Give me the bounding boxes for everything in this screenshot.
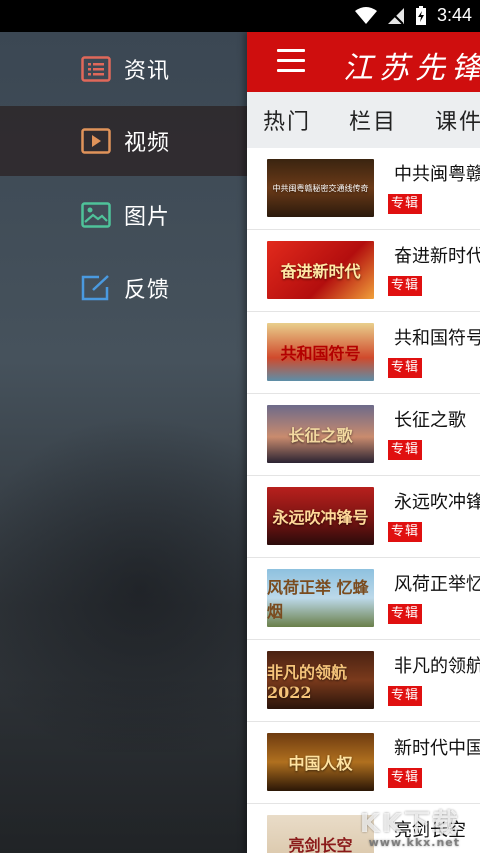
item-title: 非凡的领航 xyxy=(394,656,480,677)
list-item[interactable]: 中共闽粤赣秘密交通线传奇 中共闽粤赣 专辑 xyxy=(247,148,480,230)
feedback-edit-icon xyxy=(80,274,112,302)
drawer-item-feedback[interactable]: 反馈 xyxy=(0,253,247,323)
tab-courseware[interactable]: 课件 xyxy=(435,104,480,136)
tab-hot[interactable]: 热门 xyxy=(263,104,311,136)
thumbnail: 亮剑长空 xyxy=(267,815,374,853)
status-bar: 3:44 xyxy=(0,0,480,32)
category-tabs: 热门 栏目 课件 xyxy=(247,92,480,148)
watermark-logo: KK下载 www.kkx.net xyxy=(360,803,460,849)
news-list-icon xyxy=(80,55,112,83)
drawer-item-video[interactable]: 视频 xyxy=(0,106,247,176)
status-icons: 3:44 xyxy=(354,5,472,26)
thumbnail: 中共闽粤赣秘密交通线传奇 xyxy=(267,159,374,217)
drawer-item-news[interactable]: 资讯 xyxy=(0,34,247,104)
drawer-item-label: 图片 xyxy=(124,205,171,230)
main-panel: 江苏先锋 热门 栏目 课件 中共闽粤赣秘密交通线传奇 中共闽粤赣 专辑 奋进新时… xyxy=(247,32,480,853)
item-title: 奋进新时代 xyxy=(394,246,480,267)
watermark-url: www.kkx.net xyxy=(368,836,460,849)
app-header: 江苏先锋 xyxy=(247,32,480,92)
wifi-icon xyxy=(354,6,377,24)
album-badge: 专辑 xyxy=(388,768,423,788)
album-badge: 专辑 xyxy=(388,194,423,214)
album-badge: 专辑 xyxy=(388,358,423,378)
watermark-text: KK下载 xyxy=(359,809,460,839)
list-item[interactable]: 奋进新时代 奋进新时代 专辑 xyxy=(247,230,480,312)
list-item[interactable]: 中国人权 新时代中国 专辑 xyxy=(247,722,480,804)
item-title: 长征之歌 xyxy=(394,410,466,431)
thumbnail: 长征之歌 xyxy=(267,405,374,463)
item-title: 共和国符号 xyxy=(394,328,480,349)
drawer-item-label: 视频 xyxy=(124,131,171,156)
video-play-icon xyxy=(80,127,112,155)
album-list: 中共闽粤赣秘密交通线传奇 中共闽粤赣 专辑 奋进新时代 奋进新时代 专辑 共和国… xyxy=(247,148,480,853)
thumbnail: 中国人权 xyxy=(267,733,374,791)
list-item[interactable]: 长征之歌 长征之歌 专辑 xyxy=(247,394,480,476)
drawer-item-images[interactable]: 图片 xyxy=(0,180,247,250)
list-item[interactable]: 共和国符号 共和国符号 专辑 xyxy=(247,312,480,394)
list-item[interactable]: 永远吹冲锋号 永远吹冲锋 专辑 xyxy=(247,476,480,558)
item-title: 新时代中国 xyxy=(394,738,480,759)
thumbnail: 共和国符号 xyxy=(267,323,374,381)
hamburger-menu-icon[interactable] xyxy=(277,49,305,75)
album-badge: 专辑 xyxy=(388,686,423,706)
album-badge: 专辑 xyxy=(388,522,423,542)
thumbnail: 风荷正举 忆蜂烟 xyxy=(267,569,374,627)
thumbnail: 非凡的领航 2022 xyxy=(267,651,374,709)
item-title: 风荷正举忆 xyxy=(394,574,480,595)
list-item[interactable]: 风荷正举 忆蜂烟 风荷正举忆 专辑 xyxy=(247,558,480,640)
thumbnail: 永远吹冲锋号 xyxy=(267,487,374,545)
tab-columns[interactable]: 栏目 xyxy=(349,104,397,136)
thumbnail: 奋进新时代 xyxy=(267,241,374,299)
album-badge: 专辑 xyxy=(388,440,423,460)
item-title: 永远吹冲锋 xyxy=(394,492,480,513)
drawer-item-label: 反馈 xyxy=(124,278,171,303)
album-badge: 专辑 xyxy=(388,276,423,296)
battery-charging-icon xyxy=(415,5,426,25)
navigation-drawer: 资讯 视频 图片 反馈 xyxy=(0,32,247,853)
image-icon xyxy=(80,201,112,229)
album-badge: 专辑 xyxy=(388,604,423,624)
list-item[interactable]: 非凡的领航 2022 非凡的领航 专辑 xyxy=(247,640,480,722)
app-logo: 江苏先锋 xyxy=(343,51,480,86)
drawer-item-label: 资讯 xyxy=(124,59,171,84)
item-title: 中共闽粤赣 xyxy=(394,164,480,185)
no-signal-icon xyxy=(387,7,404,25)
clock: 3:44 xyxy=(436,5,472,25)
